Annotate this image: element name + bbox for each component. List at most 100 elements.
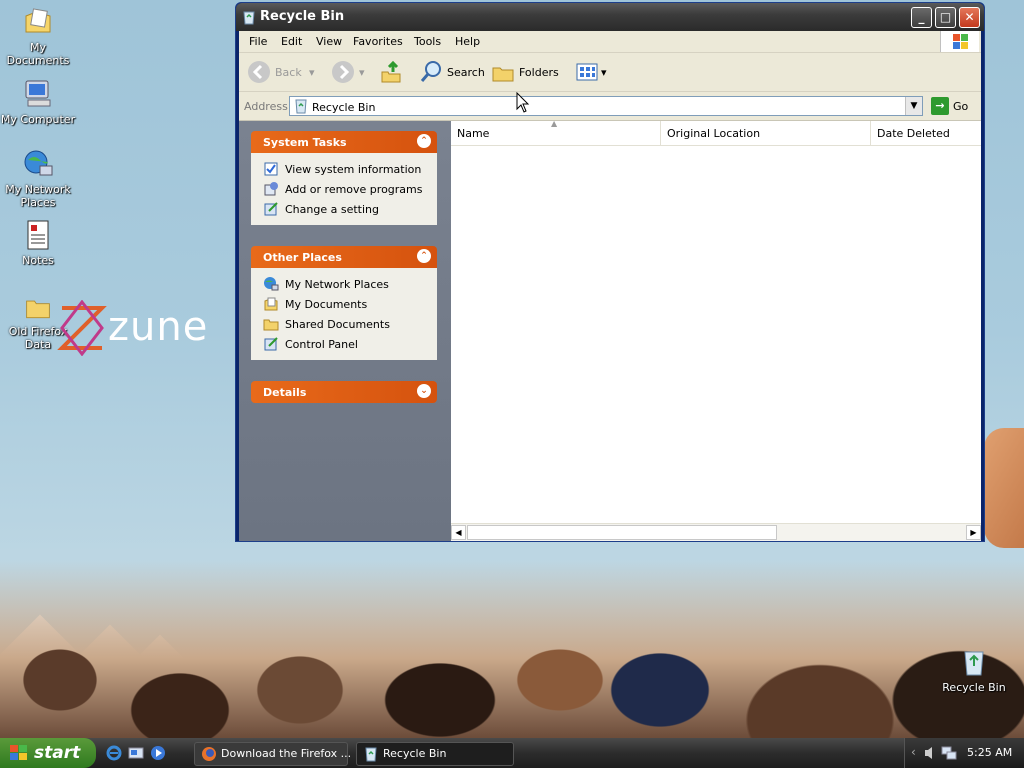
desktop-icon-notes[interactable]: Notes bbox=[0, 219, 76, 267]
add-remove-programs-icon bbox=[264, 182, 278, 196]
scroll-left-button[interactable]: ◀ bbox=[451, 525, 466, 540]
recycle-bin-icon bbox=[964, 651, 984, 676]
minimize-button[interactable]: _ bbox=[911, 7, 932, 28]
title-bar[interactable]: Recycle Bin _ □ ✕ bbox=[236, 3, 984, 31]
other-places-body: My Network Places My Documents Shared Do… bbox=[251, 268, 437, 360]
desktop-icon-label: Recycle Bin bbox=[942, 681, 1006, 694]
expand-chevron-icon: ⌄ bbox=[417, 384, 431, 398]
menu-view[interactable]: View bbox=[316, 35, 342, 48]
place-my-documents[interactable]: My Documents bbox=[251, 294, 437, 314]
back-button[interactable]: Back bbox=[247, 60, 307, 84]
my-documents-icon bbox=[264, 297, 278, 311]
address-input[interactable]: Recycle Bin ▼ bbox=[289, 96, 923, 116]
windows-flag-icon bbox=[10, 745, 27, 760]
internet-explorer-icon[interactable] bbox=[106, 745, 122, 761]
desktop-icon-my-documents[interactable]: My Documents bbox=[0, 6, 76, 67]
menu-tools[interactable]: Tools bbox=[414, 35, 441, 48]
scroll-right-button[interactable]: ▶ bbox=[966, 525, 981, 540]
window-body: System Tasks ⌃ View system information A… bbox=[239, 119, 981, 541]
wallpaper-crowd bbox=[0, 560, 1024, 738]
menu-bar: File Edit View Favorites Tools Help bbox=[239, 31, 981, 53]
maximize-button[interactable]: □ bbox=[935, 7, 956, 28]
task-add-remove-programs[interactable]: Add or remove programs bbox=[251, 179, 437, 199]
toolbar: Back ▾ ▾ Search Folders ▾ bbox=[239, 53, 981, 92]
control-panel-icon bbox=[264, 202, 278, 216]
taskbar-firefox[interactable]: Download the Firefox ... bbox=[194, 742, 351, 766]
recycle-bin-window: Recycle Bin _ □ ✕ File Edit View Favorit… bbox=[235, 2, 985, 542]
forward-arrow-icon bbox=[332, 61, 354, 83]
details-panel: Details ⌄ bbox=[251, 381, 437, 403]
windows-logo bbox=[940, 31, 979, 52]
mouse-cursor-icon bbox=[516, 92, 530, 113]
shared-folder-icon bbox=[263, 319, 279, 331]
task-change-setting[interactable]: Change a setting bbox=[251, 199, 437, 219]
column-original-location[interactable]: Original Location bbox=[661, 121, 871, 145]
desktop-icon-my-computer[interactable]: My Computer bbox=[0, 78, 76, 126]
desktop-icon-recycle-bin[interactable]: Recycle Bin bbox=[936, 646, 1012, 694]
folders-button[interactable]: Folders bbox=[491, 60, 559, 84]
views-button[interactable]: ▾ bbox=[575, 60, 611, 84]
folders-icon bbox=[492, 67, 514, 82]
control-panel-icon bbox=[264, 337, 278, 351]
views-icon bbox=[576, 63, 598, 81]
close-icon: ✕ bbox=[964, 10, 975, 24]
address-dropdown[interactable]: ▼ bbox=[905, 97, 922, 115]
forward-dropdown[interactable]: ▾ bbox=[359, 60, 369, 84]
menu-file[interactable]: File bbox=[249, 35, 267, 48]
taskbar: start Download the Firefox ... Recycle B… bbox=[0, 738, 1024, 768]
tray-expand-icon[interactable]: ‹ bbox=[911, 745, 916, 759]
place-shared-documents[interactable]: Shared Documents bbox=[251, 314, 437, 334]
system-info-icon bbox=[264, 162, 278, 176]
column-date-deleted[interactable]: Date Deleted bbox=[871, 121, 981, 145]
desktop-icon-label: My Computer bbox=[0, 113, 76, 126]
up-folder-icon bbox=[381, 60, 401, 83]
collapse-chevron-icon: ⌃ bbox=[417, 249, 431, 263]
horizontal-scrollbar[interactable]: ◀ ▶ bbox=[451, 523, 981, 541]
chevron-down-icon: ▾ bbox=[601, 66, 607, 79]
zune-text: zune bbox=[108, 304, 209, 350]
file-list[interactable]: Name ▲ Original Location Date Deleted ◀ … bbox=[451, 119, 981, 541]
network-places-icon bbox=[264, 277, 279, 291]
volume-icon[interactable] bbox=[923, 745, 937, 761]
other-places-header[interactable]: Other Places ⌃ bbox=[251, 246, 437, 268]
window-title: Recycle Bin bbox=[260, 9, 345, 24]
system-tasks-panel: System Tasks ⌃ View system information A… bbox=[251, 131, 437, 225]
chevron-down-icon: ▾ bbox=[309, 66, 315, 79]
details-header[interactable]: Details ⌄ bbox=[251, 381, 437, 403]
desktop-icon-label: Notes bbox=[22, 254, 54, 267]
network-places-icon bbox=[24, 150, 53, 176]
menu-edit[interactable]: Edit bbox=[281, 35, 302, 48]
show-desktop-icon[interactable] bbox=[128, 745, 144, 761]
address-bar: Address Recycle Bin ▼ → Go bbox=[239, 92, 981, 121]
search-button[interactable]: Search bbox=[419, 60, 485, 84]
menu-favorites[interactable]: Favorites bbox=[353, 35, 403, 48]
media-player-icon[interactable] bbox=[150, 745, 166, 761]
up-button[interactable] bbox=[379, 60, 405, 84]
back-dropdown[interactable]: ▾ bbox=[309, 60, 319, 84]
network-tray-icon[interactable] bbox=[941, 745, 957, 761]
place-control-panel[interactable]: Control Panel bbox=[251, 334, 437, 354]
menu-help[interactable]: Help bbox=[455, 35, 480, 48]
scrollbar-thumb[interactable] bbox=[467, 525, 777, 540]
task-pane: System Tasks ⌃ View system information A… bbox=[239, 121, 451, 541]
folder-icon bbox=[26, 300, 50, 319]
go-arrow-icon: → bbox=[931, 97, 949, 115]
my-computer-icon bbox=[25, 80, 51, 107]
place-my-network-places[interactable]: My Network Places bbox=[251, 274, 437, 294]
desktop-icon-network-places[interactable]: My Network Places bbox=[0, 148, 76, 209]
close-button[interactable]: ✕ bbox=[959, 7, 980, 28]
system-tray: ‹ 5:25 AM bbox=[904, 738, 1024, 768]
start-button[interactable]: start bbox=[0, 738, 96, 768]
recycle-bin-icon bbox=[365, 747, 377, 762]
notes-icon bbox=[27, 220, 49, 250]
column-name[interactable]: Name ▲ bbox=[451, 119, 661, 145]
column-headers: Name ▲ Original Location Date Deleted bbox=[451, 119, 981, 146]
system-tasks-header[interactable]: System Tasks ⌃ bbox=[251, 131, 437, 153]
maximize-icon: □ bbox=[939, 10, 952, 24]
taskbar-recycle-bin[interactable]: Recycle Bin bbox=[356, 742, 514, 766]
task-view-system-information[interactable]: View system information bbox=[251, 159, 437, 179]
my-documents-icon bbox=[25, 8, 51, 33]
zune-logo: zune bbox=[56, 299, 226, 360]
other-places-panel: Other Places ⌃ My Network Places My Docu… bbox=[251, 246, 437, 360]
search-icon bbox=[420, 61, 441, 82]
